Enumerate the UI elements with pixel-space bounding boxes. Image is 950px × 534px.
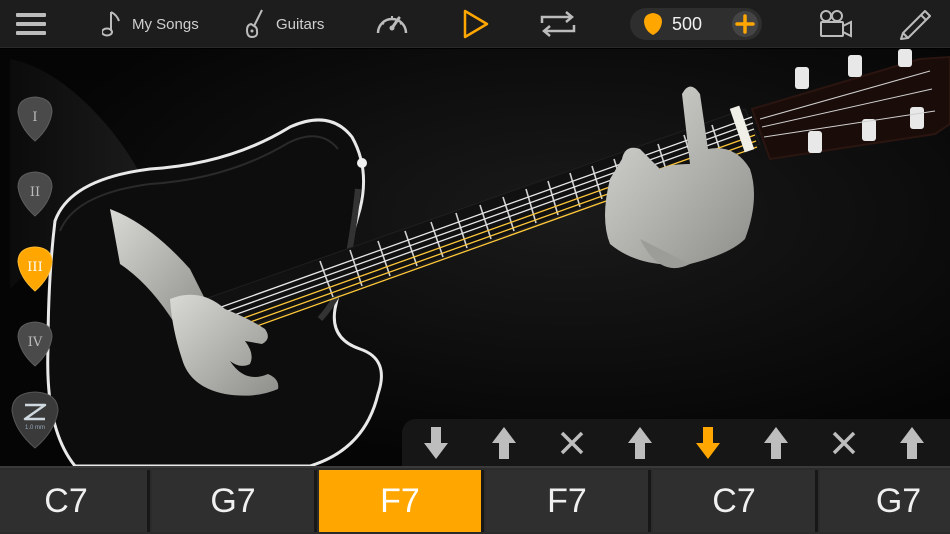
camera-icon: [820, 10, 852, 38]
beat-2[interactable]: &: [470, 419, 538, 466]
play-icon: [463, 9, 489, 39]
speedometer-icon: [376, 16, 408, 34]
pick-button-2[interactable]: II: [17, 171, 53, 217]
pick-label: I: [32, 109, 38, 125]
chord-item[interactable]: C7: [653, 470, 818, 532]
chord-item[interactable]: G7: [820, 470, 950, 532]
coin-icon: [644, 13, 662, 35]
chord-item-current[interactable]: F7: [319, 470, 484, 532]
pencil-icon: [900, 10, 931, 40]
chord-item[interactable]: F7: [486, 470, 651, 532]
menu-button[interactable]: [16, 0, 48, 48]
beat-3[interactable]: 2: [538, 419, 606, 466]
edit-button[interactable]: [898, 0, 932, 48]
strum-pattern-panel: 1 & 2 & 3: [402, 419, 950, 466]
repeat-icon: [540, 11, 576, 37]
pick-label: IV: [27, 334, 43, 350]
chord-progression-bar: C7 G7 F7 F7 C7 G7: [0, 466, 950, 534]
mute-stroke-icon: [832, 431, 856, 455]
guitar-stage: I II III IV 1.0 mm 1: [0, 49, 950, 466]
beat-6[interactable]: &: [742, 419, 810, 466]
pick-thickness-icon: [11, 391, 59, 449]
my-songs-label: My Songs: [132, 15, 199, 33]
pick-thickness-label: 1.0 mm: [24, 425, 45, 431]
menu-icon: [16, 13, 46, 35]
up-stroke-icon: [628, 427, 652, 459]
camera-button[interactable]: [818, 0, 854, 48]
chord-item[interactable]: C7: [0, 470, 150, 532]
guitar-icon: [245, 9, 263, 39]
beat-7[interactable]: 4: [810, 419, 878, 466]
up-stroke-icon: [764, 427, 788, 459]
mute-stroke-icon: [560, 431, 584, 455]
down-stroke-icon: [696, 427, 720, 459]
pick-thickness-button[interactable]: 1.0 mm: [11, 391, 59, 449]
beat-4[interactable]: &: [606, 419, 674, 466]
loop-button[interactable]: [538, 0, 578, 48]
beat-1[interactable]: 1: [402, 419, 470, 466]
top-toolbar: My Songs Guitars 500: [0, 0, 950, 48]
pick-button-1[interactable]: I: [17, 96, 53, 142]
guitar-scene: [10, 49, 950, 466]
plus-icon: [735, 14, 755, 34]
pick-button-4[interactable]: IV: [17, 321, 53, 367]
pick-label: III: [27, 259, 43, 275]
add-coins-button[interactable]: [732, 11, 758, 37]
pick-button-3[interactable]: III: [17, 246, 53, 292]
down-stroke-icon: [424, 427, 448, 459]
coin-count: 500: [672, 13, 703, 34]
beat-5[interactable]: 3: [674, 419, 742, 466]
play-button[interactable]: [462, 0, 490, 48]
music-note-icon: [102, 11, 120, 37]
up-stroke-icon: [900, 427, 924, 459]
coins-display: 500: [630, 8, 762, 40]
beat-8[interactable]: &: [878, 419, 946, 466]
up-stroke-icon: [492, 427, 516, 459]
pick-label: II: [29, 184, 41, 200]
guitars-button[interactable]: Guitars: [244, 0, 324, 48]
tempo-button[interactable]: [374, 0, 410, 48]
my-songs-button[interactable]: My Songs: [102, 0, 199, 48]
chord-item[interactable]: G7: [152, 470, 317, 532]
guitars-label: Guitars: [276, 15, 325, 33]
